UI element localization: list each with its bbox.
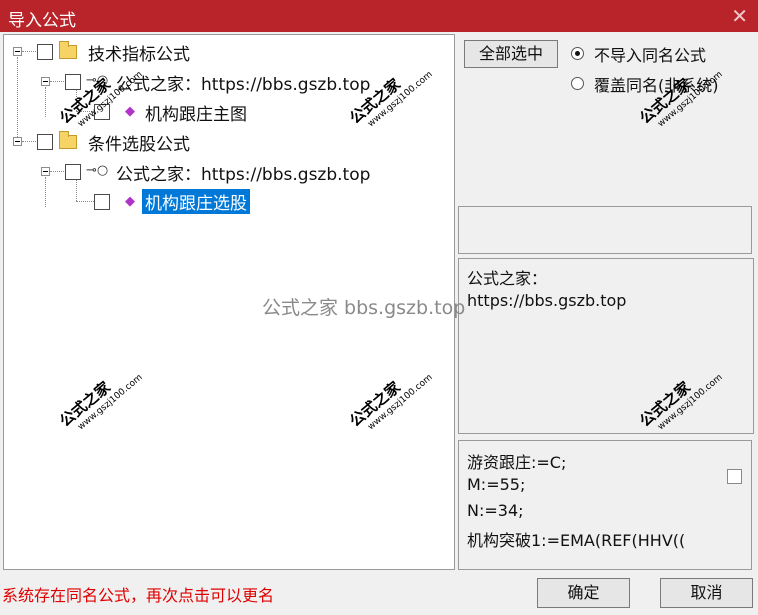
tree-node-label[interactable]: 技术指标公式 [88, 40, 190, 65]
checkbox[interactable] [65, 164, 81, 180]
status-message: 系统存在同名公式，再次点击可以更名 [2, 586, 275, 605]
radio-overwrite[interactable] [571, 77, 584, 90]
formula-icon: ◆ [125, 194, 135, 209]
tree-node-label-selected[interactable]: 机构跟庄选股 [142, 189, 250, 214]
tree-node-label[interactable]: 条件选股公式 [88, 130, 190, 155]
collapse-toggle[interactable] [41, 167, 50, 176]
code-line: 游资跟庄:=C; [467, 453, 567, 472]
scroll-check-icon[interactable] [727, 469, 742, 484]
key-icon: ⊸○ [86, 163, 109, 178]
title-bar: 导入公式 ✕ [0, 0, 758, 32]
code-line: 机构突破1:=EMA(REF(HHV(( [467, 531, 686, 550]
close-icon[interactable]: ✕ [731, 4, 748, 28]
empty-panel [458, 206, 752, 254]
code-panel: 游资跟庄:=C; M:=55; N:=34; 机构突破1:=EMA(REF(HH… [458, 440, 752, 570]
info-panel: 公式之家： https://bbs.gszb.top [458, 258, 754, 434]
code-line: N:=34; [467, 501, 524, 520]
folder-icon [59, 41, 77, 59]
radio-no-import-label[interactable]: 不导入同名公式 [594, 42, 706, 66]
tree-node-label[interactable]: 公式之家：https://bbs.gszb.top [116, 70, 370, 95]
checkbox[interactable] [65, 74, 81, 90]
collapse-toggle[interactable] [13, 137, 22, 146]
checkbox[interactable] [94, 194, 110, 210]
radio-no-import[interactable] [571, 47, 584, 60]
code-line: M:=55; [467, 475, 526, 494]
tree-node-label[interactable]: 公式之家：https://bbs.gszb.top [116, 160, 370, 185]
cancel-button[interactable]: 取消 [660, 578, 753, 608]
watermark-text: 公式之家 bbs.gszb.top [262, 297, 466, 319]
info-line-1: 公式之家： [467, 269, 548, 288]
collapse-toggle[interactable] [41, 77, 50, 86]
select-all-button[interactable]: 全部选中 [464, 40, 558, 68]
info-line-2: https://bbs.gszb.top [467, 291, 627, 310]
window-title: 导入公式 [8, 11, 76, 31]
checkbox[interactable] [37, 134, 53, 150]
checkbox[interactable] [37, 44, 53, 60]
formula-icon: ◆ [125, 104, 135, 119]
ok-button[interactable]: 确定 [537, 578, 630, 608]
tree-node-label[interactable]: 机构跟庄主图 [145, 100, 247, 125]
folder-icon [59, 131, 77, 149]
collapse-toggle[interactable] [13, 47, 22, 56]
